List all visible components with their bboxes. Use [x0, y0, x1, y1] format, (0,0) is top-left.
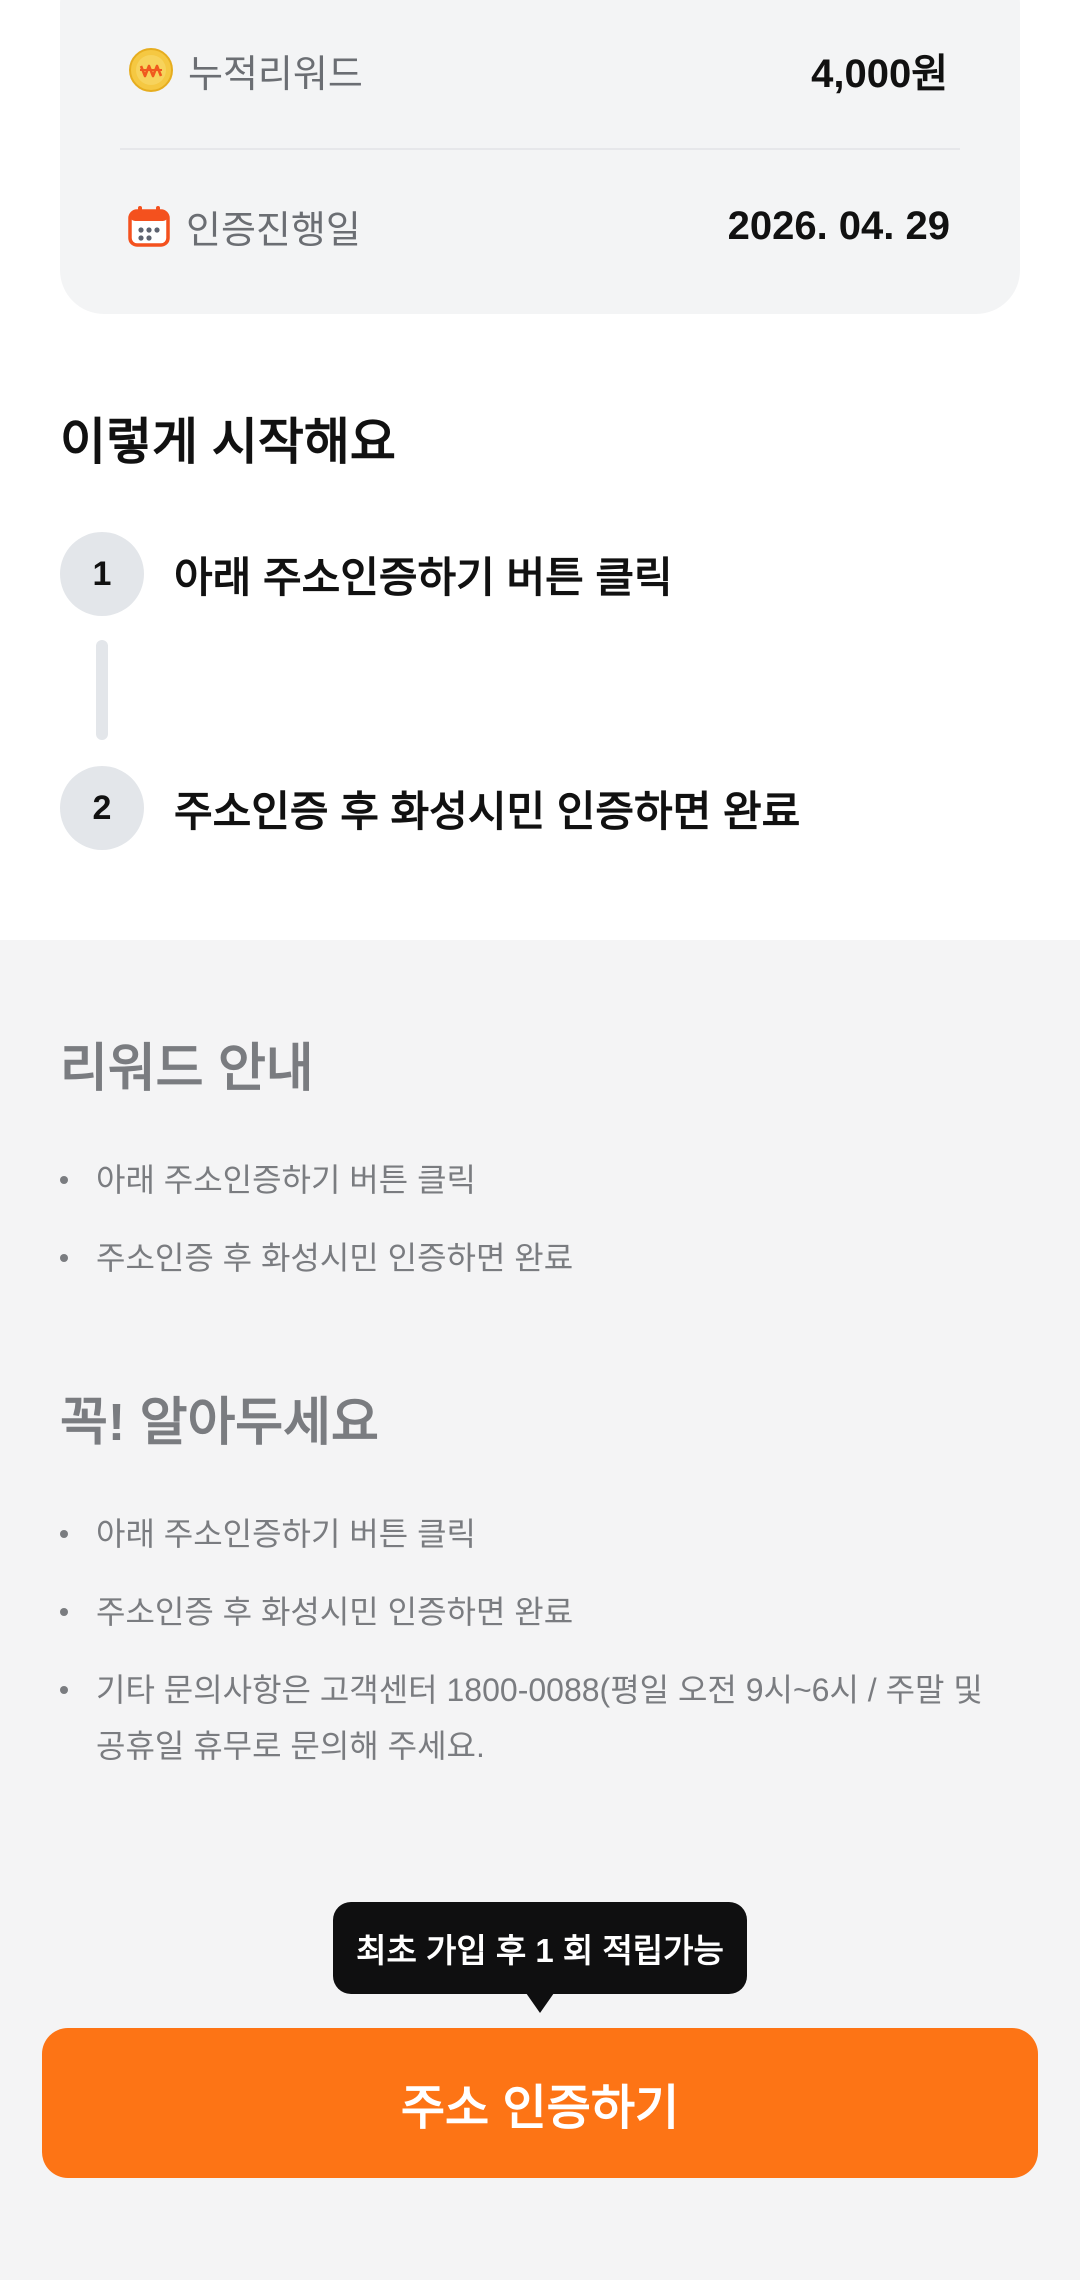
calendar-icon [128, 206, 170, 247]
reward-row: 누적리워드 4,000원 [60, 30, 1020, 110]
address-verify-button[interactable]: 주소 인증하기 [42, 2028, 1038, 2178]
list-item: 아래 주소인증하기 버튼 클릭 [60, 1506, 1000, 1562]
step-number: 2 [60, 766, 144, 850]
step-number: 1 [60, 532, 144, 616]
list-item: 주소인증 후 화성시민 인증하면 완료 [60, 1584, 1000, 1640]
step-text: 주소인증 후 화성시민 인증하면 완료 [174, 787, 801, 835]
date-row: 인증진행일 2026. 04. 29 [60, 186, 1020, 266]
step-connector [96, 640, 108, 740]
signup-tooltip: 최초 가입 후 1 회 적립가능 [333, 1902, 747, 1994]
list-item: 주소인증 후 화성시민 인증하면 완료 [60, 1230, 1000, 1286]
reward-value: 4,000원 [811, 52, 948, 96]
list-item: 기타 문의사항은 고객센터 1800-0088(평일 오전 9시~6시 / 주말… [60, 1662, 1000, 1774]
step-1: 1 아래 주소인증하기 버튼 클릭 [60, 532, 673, 616]
divider [120, 148, 960, 150]
step-2: 2 주소인증 후 화성시민 인증하면 완료 [60, 766, 800, 850]
list-item: 아래 주소인증하기 버튼 클릭 [60, 1152, 1000, 1208]
reward-guide-title: 리워드 안내 [60, 1040, 314, 1098]
summary-card: 누적리워드 4,000원 인증진행일 2026. 04. 29 [60, 0, 1020, 314]
tooltip-arrow [526, 1993, 554, 2013]
step-text: 아래 주소인증하기 버튼 클릭 [174, 553, 673, 601]
notice-title: 꼭! 알아두세요 [60, 1394, 379, 1452]
notice-list: 아래 주소인증하기 버튼 클릭 주소인증 후 화성시민 인증하면 완료 기타 문… [60, 1506, 1000, 1796]
date-value: 2026. 04. 29 [727, 203, 950, 248]
won-coin-icon [129, 48, 173, 92]
date-label: 인증진행일 [186, 209, 361, 252]
reward-guide-list: 아래 주소인증하기 버튼 클릭 주소인증 후 화성시민 인증하면 완료 [60, 1152, 1000, 1308]
reward-label: 누적리워드 [188, 53, 363, 96]
steps-title: 이렇게 시작해요 [60, 414, 396, 470]
